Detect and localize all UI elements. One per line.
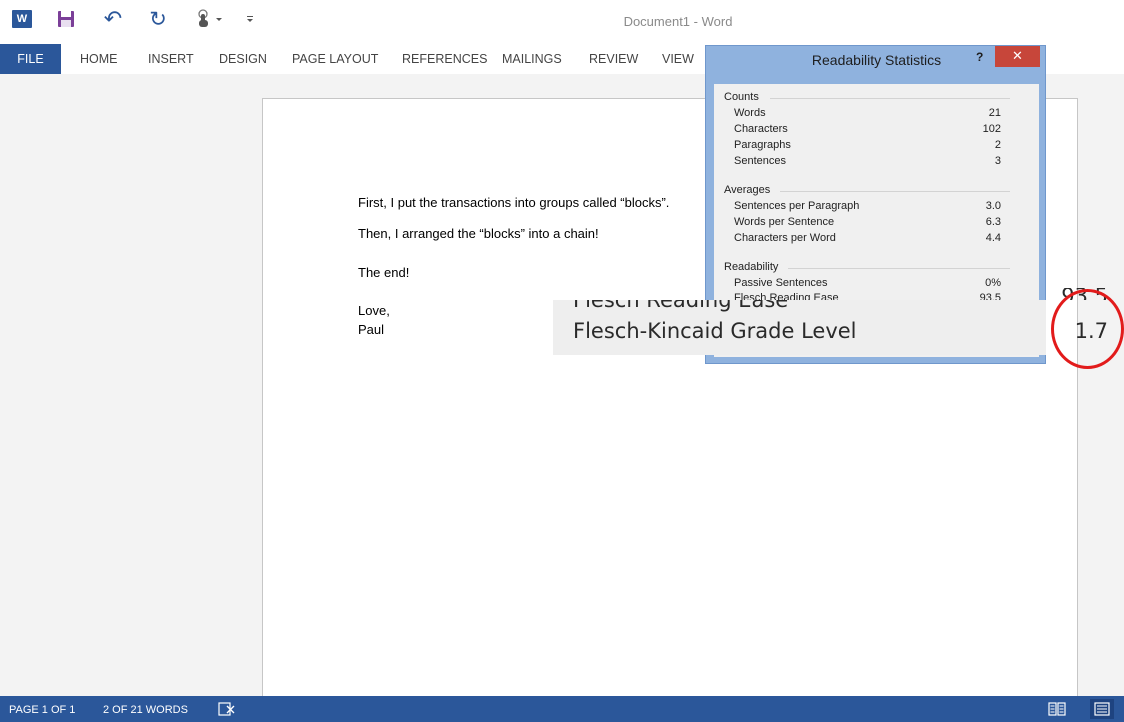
document-line[interactable]: Love, xyxy=(358,303,390,318)
stat-value: 6.3 xyxy=(985,216,1001,228)
tab-mailings[interactable]: MAILINGS xyxy=(502,44,562,74)
stat-value: 3.0 xyxy=(985,200,1001,212)
stat-value: 2 xyxy=(994,139,1001,151)
section-heading-averages: Averages xyxy=(724,184,771,196)
print-layout-icon[interactable] xyxy=(1090,699,1114,719)
stat-value: 102 xyxy=(982,123,1001,135)
zoom-partial-label: Flesch Reading Ease xyxy=(573,300,789,312)
section-divider xyxy=(770,98,1010,99)
stat-label: Passive Sentences xyxy=(734,277,828,289)
stat-value: 3 xyxy=(994,155,1001,167)
window-title: Document1 - Word xyxy=(623,14,733,29)
stat-label: Words xyxy=(734,107,766,119)
tab-design[interactable]: DESIGN xyxy=(219,44,267,74)
stat-value: 21 xyxy=(988,107,1001,119)
tab-file[interactable]: FILE xyxy=(0,44,61,74)
stat-label: Characters per Word xyxy=(734,232,836,244)
page-count[interactable]: PAGE 1 OF 1 xyxy=(9,704,75,716)
stat-label: Sentences xyxy=(734,155,786,167)
proofing-icon[interactable] xyxy=(217,701,237,717)
help-button[interactable]: ? xyxy=(976,50,988,64)
section-heading-readability: Readability xyxy=(724,261,779,273)
highlight-circle xyxy=(1051,289,1124,369)
document-line[interactable]: The end! xyxy=(358,265,409,280)
document-line[interactable]: First, I put the transactions into group… xyxy=(358,195,669,210)
close-icon: ✕ xyxy=(1012,49,1023,64)
stat-label: Sentences per Paragraph xyxy=(734,200,860,212)
read-mode-icon[interactable] xyxy=(1047,701,1067,717)
status-bar: PAGE 1 OF 1 2 OF 21 WORDS xyxy=(0,696,1124,722)
stat-label: Words per Sentence xyxy=(734,216,835,228)
close-button[interactable]: ✕ xyxy=(995,46,1040,67)
stat-value: 4.4 xyxy=(985,232,1001,244)
zoom-callout: Flesch Reading Ease Flesch-Kincaid Grade… xyxy=(553,300,1046,355)
tab-page-layout[interactable]: PAGE LAYOUT xyxy=(292,44,378,74)
zoom-grade-label: Flesch-Kincaid Grade Level xyxy=(573,319,857,343)
word-count[interactable]: 2 OF 21 WORDS xyxy=(103,704,188,716)
section-heading-counts: Counts xyxy=(724,91,759,103)
tab-references[interactable]: REFERENCES xyxy=(402,44,487,74)
stat-value: 0% xyxy=(985,277,1001,289)
tab-view[interactable]: VIEW xyxy=(662,44,694,74)
section-divider xyxy=(788,268,1010,269)
document-line[interactable]: Paul xyxy=(358,322,384,337)
title-bar: W ↶ ↻ Document1 - Word xyxy=(0,0,1124,44)
tab-home[interactable]: HOME xyxy=(80,44,118,74)
tab-insert[interactable]: INSERT xyxy=(148,44,194,74)
document-line[interactable]: Then, I arranged the “blocks” into a cha… xyxy=(358,226,599,241)
section-divider xyxy=(780,191,1010,192)
stat-label: Paragraphs xyxy=(734,139,791,151)
stat-label: Characters xyxy=(734,123,788,135)
tab-review[interactable]: REVIEW xyxy=(589,44,638,74)
